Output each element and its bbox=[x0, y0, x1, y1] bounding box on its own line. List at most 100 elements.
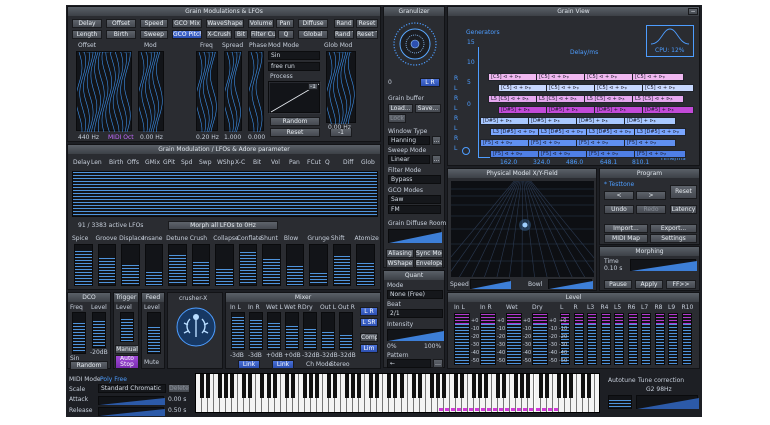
mixer-lr-button[interactable]: L R bbox=[360, 307, 378, 316]
bowl-slider[interactable] bbox=[548, 279, 593, 289]
midi-map-button[interactable]: MIDI Map bbox=[604, 234, 648, 243]
piano-black-key[interactable] bbox=[417, 374, 422, 398]
gco-mode-1-select[interactable]: Saw bbox=[388, 195, 441, 204]
lfo-column-label[interactable]: FCut bbox=[307, 159, 321, 166]
piano-black-key[interactable] bbox=[351, 374, 356, 398]
speed-slider[interactable] bbox=[470, 279, 511, 289]
piano-black-key[interactable] bbox=[224, 374, 229, 398]
lfo-column-label[interactable]: X-C bbox=[235, 159, 245, 166]
envelope-button[interactable]: Envelope bbox=[415, 259, 443, 268]
release-slider[interactable] bbox=[98, 407, 165, 416]
lock-button[interactable]: Lock bbox=[388, 114, 406, 123]
effect-slider[interactable] bbox=[238, 244, 258, 286]
window-type-select[interactable]: Hanning bbox=[388, 136, 430, 145]
piano-black-key[interactable] bbox=[230, 374, 235, 398]
settings-button[interactable]: Settings bbox=[650, 234, 697, 243]
piano-black-key[interactable] bbox=[314, 374, 319, 398]
piano-black-key[interactable] bbox=[429, 374, 434, 398]
undo-button[interactable]: Undo bbox=[604, 205, 634, 214]
piano-black-key[interactable] bbox=[441, 374, 446, 398]
piano-black-key[interactable] bbox=[502, 374, 507, 398]
piano-black-key[interactable] bbox=[302, 374, 307, 398]
mixer-fader[interactable] bbox=[339, 312, 353, 350]
piano-black-key[interactable] bbox=[272, 374, 277, 398]
pan-button[interactable]: Pan bbox=[276, 19, 294, 28]
prev-preset-button[interactable]: < bbox=[604, 191, 634, 200]
delete-button[interactable]: Delete bbox=[168, 384, 190, 393]
piano-black-key[interactable] bbox=[218, 374, 223, 398]
offset-wave-display[interactable] bbox=[75, 51, 132, 133]
quant-intensity-slider[interactable] bbox=[387, 329, 444, 341]
sweep-mode-select[interactable]: Linear bbox=[388, 155, 430, 164]
piano-black-key[interactable] bbox=[526, 374, 531, 398]
sweep-mode-more[interactable]: … bbox=[432, 155, 441, 164]
effect-slider[interactable] bbox=[215, 244, 234, 286]
effect-slider[interactable] bbox=[191, 244, 211, 286]
feed-level-slider[interactable] bbox=[147, 312, 161, 354]
effect-slider[interactable] bbox=[121, 244, 140, 286]
mixer-fader[interactable] bbox=[267, 312, 281, 350]
gco-mode-2-select[interactable]: FM bbox=[388, 205, 441, 214]
delay-button[interactable]: Delay bbox=[72, 19, 102, 28]
lfo-column-label[interactable]: Pan bbox=[289, 159, 300, 166]
mixer-comp-button[interactable]: Comp bbox=[360, 333, 378, 342]
attack-slider[interactable] bbox=[98, 396, 165, 405]
piano-black-key[interactable] bbox=[200, 374, 205, 398]
piano-white-key[interactable] bbox=[594, 374, 599, 412]
glob-mod-wave-display[interactable] bbox=[325, 51, 356, 125]
mixer-lsr-button[interactable]: L SR bbox=[360, 318, 378, 327]
piano-black-key[interactable] bbox=[496, 374, 501, 398]
piano-black-key[interactable] bbox=[453, 374, 458, 398]
lfo-column-label[interactable]: Delay bbox=[73, 159, 90, 166]
volume-button[interactable]: Volume bbox=[248, 19, 274, 28]
granulizer-knob[interactable] bbox=[392, 21, 438, 67]
granulizer-lr-button[interactable]: L R bbox=[420, 78, 440, 87]
reset-t-button[interactable]: Reset T bbox=[356, 30, 378, 39]
quant-mode-select[interactable]: None (Free) bbox=[387, 290, 443, 299]
piano-black-key[interactable] bbox=[520, 374, 525, 398]
effect-slider[interactable] bbox=[168, 244, 187, 286]
mixer-fader[interactable] bbox=[231, 312, 245, 350]
piano-black-key[interactable] bbox=[357, 374, 362, 398]
phase-slider[interactable] bbox=[247, 51, 264, 133]
morph-time-slider[interactable] bbox=[630, 259, 697, 271]
mixer-link-2-button[interactable]: Link bbox=[272, 360, 294, 369]
piano-black-key[interactable] bbox=[290, 374, 295, 398]
piano-keyboard[interactable] bbox=[195, 373, 600, 413]
lfo-column-label[interactable]: Len bbox=[91, 159, 102, 166]
process-minus-one-button[interactable]: -1 bbox=[308, 83, 318, 90]
piano-black-key[interactable] bbox=[206, 374, 211, 398]
filter-cut-button[interactable]: Filter Cut bbox=[250, 30, 276, 39]
freq-wave-display[interactable] bbox=[195, 51, 218, 133]
save-button[interactable]: Save... bbox=[415, 104, 441, 113]
tune-correction-slider[interactable] bbox=[636, 395, 699, 409]
piano-black-key[interactable] bbox=[399, 374, 404, 398]
mixer-fader[interactable] bbox=[249, 312, 263, 350]
lfo-column-label[interactable]: GPit bbox=[163, 159, 175, 166]
lfo-column-label[interactable]: Bit bbox=[253, 159, 261, 166]
lfo-column-label[interactable]: Q bbox=[325, 159, 330, 166]
piano-black-key[interactable] bbox=[345, 374, 350, 398]
lfo-column-label[interactable]: Offs bbox=[127, 159, 139, 166]
piano-black-key[interactable] bbox=[568, 374, 573, 398]
piano-black-key[interactable] bbox=[472, 374, 477, 398]
gco-pitch-button[interactable]: GCO Pitch bbox=[172, 30, 202, 39]
random-button[interactable]: Random bbox=[270, 117, 320, 126]
preset-name[interactable]: * Testtone bbox=[604, 181, 634, 188]
apply-button[interactable]: Apply bbox=[635, 280, 663, 289]
lfo-column-label[interactable]: GMix bbox=[145, 159, 160, 166]
trigger-level-slider[interactable] bbox=[120, 312, 134, 342]
ff-button[interactable]: FF>> bbox=[666, 280, 696, 289]
ch-mode-value[interactable]: Stereo bbox=[330, 361, 350, 368]
length-button[interactable]: Length bbox=[72, 30, 102, 39]
lfo-column-label[interactable]: Swp bbox=[199, 159, 212, 166]
wshape-button[interactable]: WShape bbox=[386, 259, 414, 268]
lfo-column-label[interactable]: Glob bbox=[361, 159, 375, 166]
latency-button[interactable]: Latency bbox=[670, 205, 697, 214]
piano-black-key[interactable] bbox=[562, 374, 567, 398]
reset-button[interactable]: Reset bbox=[356, 19, 378, 28]
xy-pad[interactable] bbox=[451, 181, 594, 277]
mod-mode-wave-select[interactable]: Sin bbox=[268, 51, 320, 60]
sweep-button[interactable]: Sweep bbox=[140, 30, 168, 39]
mixer-lim-button[interactable]: Lim bbox=[360, 344, 378, 353]
